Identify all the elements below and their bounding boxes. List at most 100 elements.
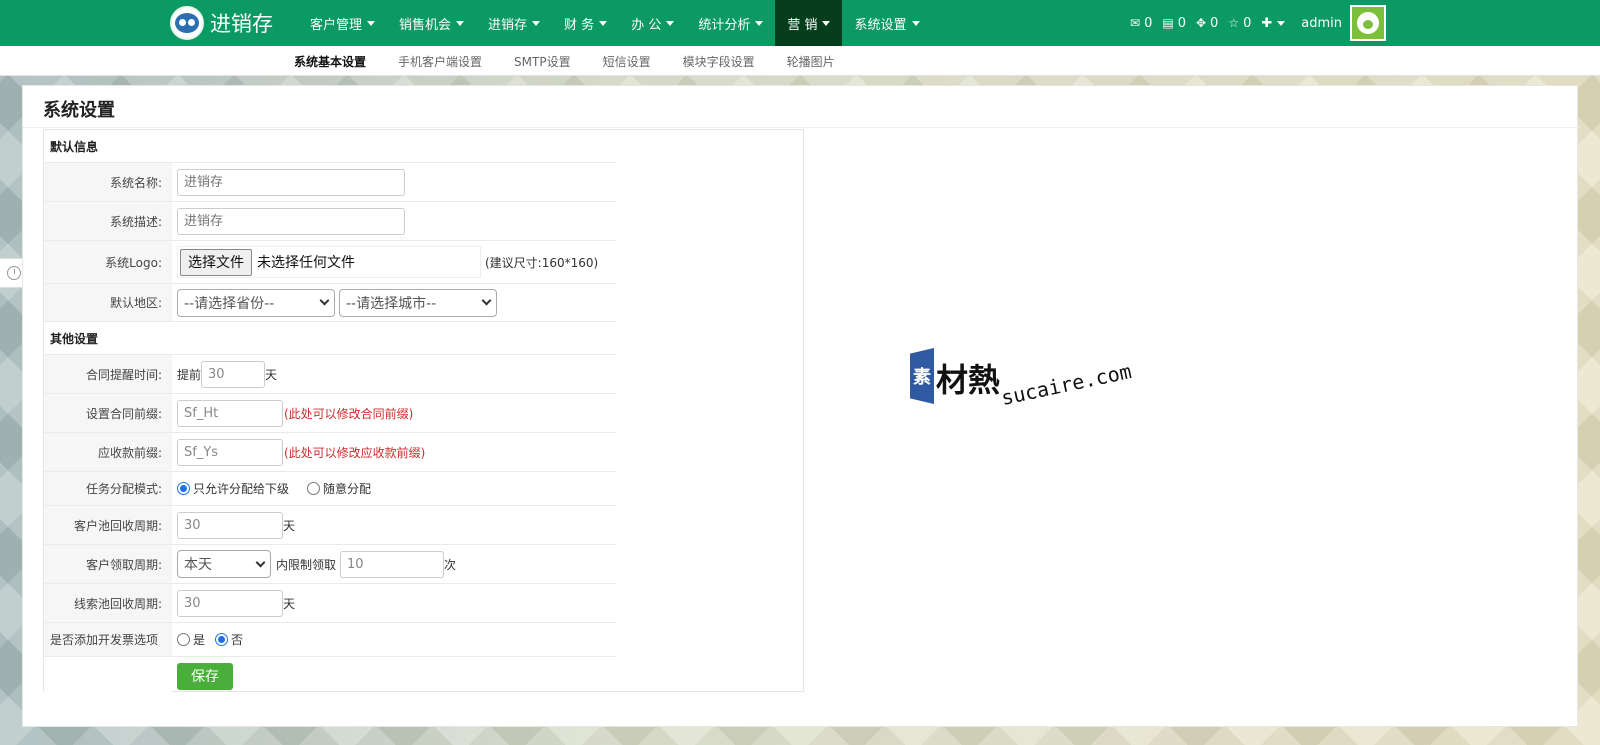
radio-dot	[307, 482, 321, 495]
task-mode-subordinate-radio[interactable]: 只允许分配给下级	[177, 480, 289, 497]
subnav-smtp-settings[interactable]: SMTP设置	[514, 53, 571, 70]
watermark-cn: 材熱	[936, 361, 1001, 399]
field-label: 线索池回收周期:	[44, 584, 172, 622]
nav-label: 系统设置	[854, 17, 907, 33]
chevron-down-icon	[255, 557, 266, 567]
task-count: 0	[1210, 15, 1219, 31]
invoice-yes-radio[interactable]: 是	[177, 631, 205, 648]
field-label: 合同提醒时间:	[44, 355, 172, 393]
field-label: 系统名称:	[44, 163, 172, 201]
row-claim-period: 客户领取周期: 本天 内限制领取 次	[44, 545, 616, 584]
empty-label	[44, 657, 172, 695]
paw-icon	[1357, 12, 1379, 34]
invoice-no-radio[interactable]: 否	[215, 631, 243, 648]
nav-item-finance[interactable]: 财 务	[552, 0, 619, 46]
row-invoice-option: 是否添加开发票选项 是 否	[44, 623, 616, 657]
section-label: 其他设置	[50, 331, 99, 346]
caret-down-icon	[911, 20, 920, 26]
caret-down-icon	[532, 20, 541, 26]
field-label: 系统描述:	[44, 202, 172, 240]
nav-item-marketing[interactable]: 营 销	[775, 0, 843, 46]
field-label: 是否添加开发票选项	[44, 623, 172, 656]
nav-label: 办 公	[631, 17, 662, 33]
logo-file-input: 选择文件 未选择任何文件	[177, 246, 481, 278]
receivable-prefix-note: (此处可以修改应收款前缀)	[284, 445, 426, 460]
nav-item-customers[interactable]: 客户管理	[298, 0, 387, 46]
task-mode-free-radio[interactable]: 随意分配	[307, 480, 371, 497]
caret-down-icon	[755, 20, 764, 26]
watermark-logo: 素	[910, 348, 934, 404]
brand[interactable]: 进销存	[170, 5, 273, 41]
receivable-prefix-input[interactable]	[177, 438, 283, 466]
caret-down-icon	[666, 20, 675, 26]
subnav-sms-settings[interactable]: 短信设置	[603, 53, 651, 70]
section-other: 其他设置	[44, 322, 616, 355]
watermark-en: sucaire.com	[999, 358, 1134, 410]
clock-icon	[6, 266, 21, 280]
nav-item-opportunities[interactable]: 销售机会	[387, 0, 476, 46]
nav-item-analytics[interactable]: 统计分析	[686, 0, 775, 46]
pool-recycle-input[interactable]	[177, 511, 283, 539]
nav-label: 销售机会	[399, 17, 452, 33]
settings-form: 默认信息 系统名称: 系统描述: 系统Logo: 选择文件 未选择任何文件 (建…	[44, 130, 616, 695]
radio-dot	[177, 633, 190, 646]
envelope-icon: ✉	[1130, 16, 1141, 30]
caret-down-icon	[599, 20, 608, 26]
save-button[interactable]: 保存	[177, 662, 233, 690]
field-label: 客户领取周期:	[44, 545, 172, 583]
row-save: 保存	[44, 657, 616, 695]
field-label: 任务分配模式:	[44, 472, 172, 505]
chevron-down-icon	[481, 295, 492, 306]
page-title: 系统设置	[43, 100, 115, 121]
section-default: 默认信息	[44, 130, 616, 163]
nav-label: 统计分析	[698, 17, 751, 33]
city-select[interactable]: --请选择城市--	[339, 288, 497, 317]
brand-logo-icon	[170, 6, 204, 40]
province-select[interactable]: --请选择省份--	[177, 288, 335, 317]
list-icon: ▤	[1162, 16, 1174, 30]
subnav-mobile-settings[interactable]: 手机客户端设置	[398, 53, 482, 70]
row-contract-remind: 合同提醒时间: 提前 天	[44, 355, 616, 394]
subnav-basic-settings[interactable]: 系统基本设置	[294, 53, 366, 70]
nav-item-office[interactable]: 办 公	[619, 0, 686, 46]
nav-item-inventory[interactable]: 进销存	[476, 0, 552, 46]
nav-right: ✉ 0 ▤ 0 ✥ 0 ☆ 0 ✚ admin	[1130, 0, 1386, 46]
select-value: --请选择城市--	[346, 295, 437, 312]
avatar[interactable]	[1350, 5, 1386, 41]
system-desc-input[interactable]	[177, 207, 405, 235]
user-name[interactable]: admin	[1301, 16, 1342, 31]
subnav-carousel-images[interactable]: 轮播图片	[787, 53, 835, 70]
settings-card: 系统设置 默认信息 系统名称: 系统描述: 系统Logo: 选择文件 未选择任何…	[22, 85, 1579, 727]
contract-remind-input[interactable]	[201, 360, 266, 388]
move-icon: ✥	[1195, 16, 1207, 30]
file-status: 未选择任何文件	[257, 255, 355, 271]
message-count: 0	[1177, 15, 1186, 31]
claim-limit-input[interactable]	[340, 550, 445, 578]
field-label: 设置合同前缀:	[44, 394, 172, 432]
sub-navbar: 系统基本设置 手机客户端设置 SMTP设置 短信设置 模块字段设置 轮播图片	[0, 46, 1600, 76]
contract-prefix-input[interactable]	[177, 399, 283, 427]
mail-notification[interactable]: ✉ 0	[1130, 16, 1152, 31]
radio-dot	[215, 633, 229, 646]
claim-period-select[interactable]: 本天	[177, 550, 271, 578]
lead-recycle-input[interactable]	[177, 589, 283, 617]
favorite-notification[interactable]: ☆ 0	[1228, 16, 1251, 31]
caret-down-icon	[456, 20, 465, 26]
divider	[23, 127, 1579, 128]
task-notification[interactable]: ✥ 0	[1196, 16, 1218, 31]
row-system-desc: 系统描述:	[44, 202, 616, 241]
row-system-name: 系统名称:	[44, 163, 616, 202]
system-name-input[interactable]	[177, 168, 405, 196]
watermark: 素 材熱 sucaire.com	[910, 348, 1136, 410]
choose-file-button[interactable]: 选择文件	[180, 248, 252, 276]
unit-text: 次	[444, 557, 457, 572]
caret-down-icon	[1277, 20, 1286, 26]
quick-add-menu[interactable]: ✚	[1261, 16, 1286, 31]
subnav-module-fields[interactable]: 模块字段设置	[683, 53, 755, 70]
nav-item-settings[interactable]: 系统设置	[842, 0, 931, 46]
message-notification[interactable]: ▤ 0	[1162, 16, 1186, 31]
radio-label: 是	[193, 633, 206, 647]
nav-label: 营 销	[787, 17, 818, 33]
select-value: 本天	[184, 557, 212, 573]
row-contract-prefix: 设置合同前缀: (此处可以修改合同前缀)	[44, 394, 616, 433]
